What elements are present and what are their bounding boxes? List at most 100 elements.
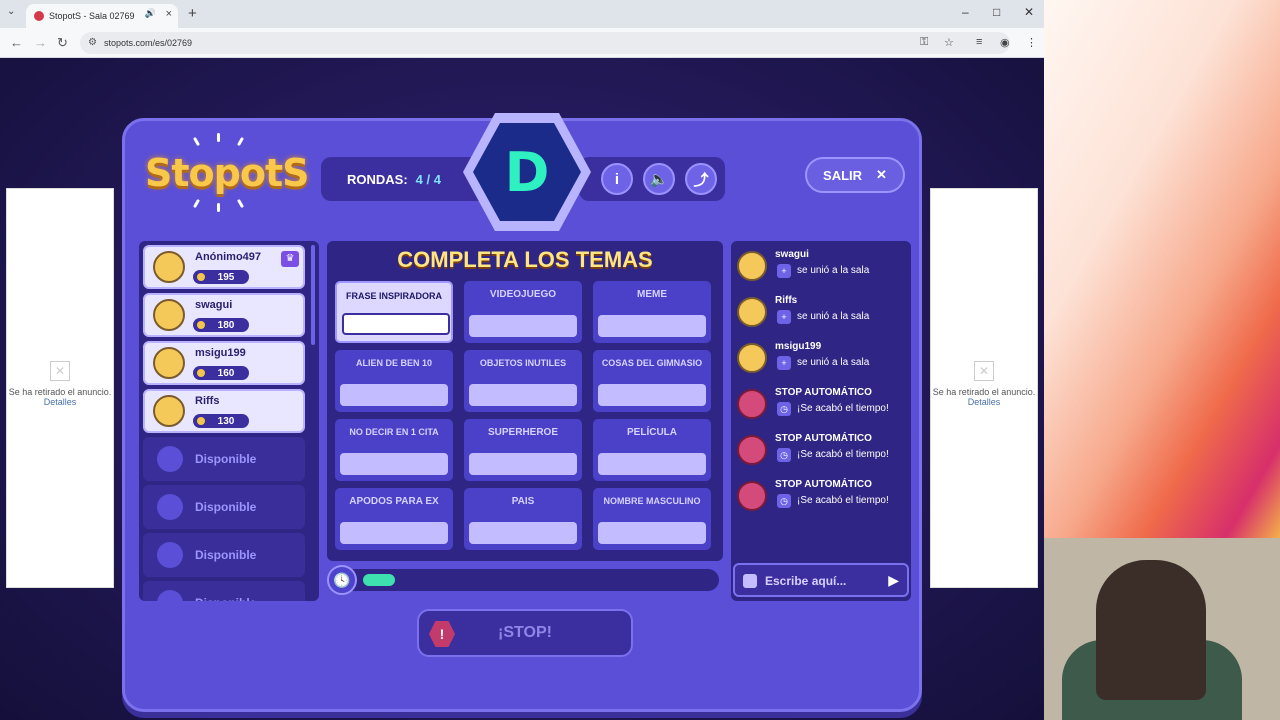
chat-author: swagui <box>775 249 809 260</box>
close-window-icon[interactable]: ✕ <box>1024 5 1034 19</box>
chat-placeholder: Escribe aquí... <box>765 574 847 588</box>
game-viewport: ✕ Se ha retirado el anuncio. Detalles ✕ … <box>0 58 1044 720</box>
alert-icon: ! <box>429 621 455 647</box>
browser-tab[interactable]: StopotS - Sala 02769 🔊 × <box>26 4 178 28</box>
minimize-icon[interactable]: – <box>962 5 969 19</box>
chat-text: se unió a la sala <box>797 357 870 368</box>
player-slot-empty[interactable]: Disponible <box>143 533 305 577</box>
theme-label: APODOS PARA EX <box>349 496 439 507</box>
chat-author: msigu199 <box>775 341 822 352</box>
theme-input[interactable] <box>469 522 577 544</box>
speaker-icon[interactable]: 🔊 <box>145 8 156 19</box>
browser-tab-bar: ⌄ StopotS - Sala 02769 🔊 × + – □ ✕ <box>0 0 1044 28</box>
theme-label: NOMBRE MASCULINO <box>603 496 701 506</box>
forward-icon[interactable]: → <box>34 35 47 50</box>
exit-label: SALIR <box>823 167 863 183</box>
current-letter: D <box>473 123 581 221</box>
clock-icon: 🕓 <box>327 565 357 595</box>
chat-panel: Escribe aquí... ▶ swagui + se unió a la sa… <box>731 241 911 601</box>
themes-board: COMPLETA LOS TEMAS FRASE INSPIRADORA VIDE… <box>327 241 723 561</box>
score-value: 195 <box>217 271 235 283</box>
stop-avatar <box>737 435 767 465</box>
chat-text: ¡Se acabó el tiempo! <box>797 449 889 460</box>
profile-icon[interactable]: ◉ <box>1000 36 1010 49</box>
clock-icon: ◷ <box>777 448 791 462</box>
ad-removed-text: Se ha retirado el anuncio. <box>8 387 112 397</box>
ad-removed-text: Se ha retirado el anuncio. <box>932 387 1036 397</box>
player-card[interactable]: Anónimo497 195 ♛ <box>143 245 305 289</box>
reload-icon[interactable]: ↻ <box>57 35 68 51</box>
media-control-icon[interactable]: ≡ <box>976 36 982 48</box>
crown-icon: ♛ <box>281 251 299 267</box>
exit-button[interactable]: SALIR ✕ <box>805 157 905 193</box>
theme-label: FRASE INSPIRADORA <box>345 291 442 301</box>
coin-icon <box>197 369 205 377</box>
letter-badge: D <box>463 113 591 231</box>
key-icon[interactable]: ⚿ <box>920 36 928 49</box>
chat-text: se unió a la sala <box>797 311 870 322</box>
close-tab-icon[interactable]: × <box>166 8 172 20</box>
site-info-icon[interactable]: ⚙ <box>88 37 97 48</box>
menu-icon[interactable]: ⋮ <box>1026 36 1037 49</box>
webcam-person <box>1096 560 1206 700</box>
theme-input[interactable] <box>340 453 448 475</box>
theme-input[interactable] <box>340 384 448 406</box>
theme-input[interactable] <box>340 522 448 544</box>
player-card[interactable]: Riffs 130 <box>143 389 305 433</box>
player-score: 180 <box>193 318 249 332</box>
chat-author: STOP AUTOMÁTICO <box>775 387 872 398</box>
player-score: 160 <box>193 366 249 380</box>
info-button[interactable]: i <box>601 163 633 195</box>
send-icon[interactable]: ▶ <box>888 572 899 589</box>
theme-input[interactable] <box>598 384 706 406</box>
stop-button[interactable]: ! ¡STOP! <box>417 609 633 657</box>
url-text: stopots.com/es/02769 <box>104 38 193 48</box>
new-tab-icon[interactable]: + <box>188 5 197 22</box>
player-name: Riffs <box>195 395 220 407</box>
theme-input[interactable] <box>469 453 577 475</box>
theme-input[interactable] <box>598 453 706 475</box>
tab-title: StopotS - Sala 02769 <box>49 11 135 21</box>
chat-input[interactable]: Escribe aquí... ▶ <box>733 563 909 597</box>
chat-author: STOP AUTOMÁTICO <box>775 479 872 490</box>
theme-field: NO DECIR EN 1 CITA <box>335 419 453 481</box>
theme-input[interactable] <box>598 315 706 337</box>
star-icon[interactable]: ☆ <box>944 36 954 49</box>
theme-field: VIDEOJUEGO <box>464 281 582 343</box>
theme-input[interactable] <box>598 522 706 544</box>
theme-field: FRASE INSPIRADORA <box>335 281 453 343</box>
theme-field: NOMBRE MASCULINO <box>593 488 711 550</box>
player-slot-empty[interactable]: Disponible <box>143 581 305 601</box>
ad-right: ✕ Se ha retirado el anuncio. Detalles <box>930 188 1038 588</box>
player-score: 130 <box>193 414 249 428</box>
share-button[interactable]: ⤴ <box>685 163 717 195</box>
ad-close-icon[interactable]: ✕ <box>974 361 994 381</box>
maximize-icon[interactable]: □ <box>993 5 1000 19</box>
player-slot-empty[interactable]: Disponible <box>143 485 305 529</box>
ad-details-link[interactable]: Detalles <box>931 397 1037 407</box>
player-slot-empty[interactable]: Disponible <box>143 437 305 481</box>
back-icon[interactable]: ← <box>10 35 23 50</box>
logo-spark <box>236 136 245 147</box>
tab-search-icon[interactable]: ⌄ <box>7 6 15 17</box>
stop-avatar <box>737 389 767 419</box>
theme-input[interactable] <box>342 313 450 335</box>
join-icon: + <box>777 264 791 278</box>
address-bar[interactable]: ⚙ stopots.com/es/02769 <box>80 32 1010 54</box>
player-card[interactable]: msigu199 160 <box>143 341 305 385</box>
ad-details-link[interactable]: Detalles <box>7 397 113 407</box>
ad-close-icon[interactable]: ✕ <box>50 361 70 381</box>
theme-input[interactable] <box>469 384 577 406</box>
theme-input[interactable] <box>469 315 577 337</box>
player-card[interactable]: swagui 180 <box>143 293 305 337</box>
player-name: swagui <box>195 299 233 311</box>
player-name: Anónimo497 <box>195 251 262 263</box>
players-scrollbar[interactable] <box>311 245 315 345</box>
theme-field: ALIEN DE BEN 10 <box>335 350 453 412</box>
rounds-label: RONDAS: <box>347 171 408 187</box>
sound-button[interactable]: 🔈 <box>643 163 675 195</box>
logo-spark <box>217 203 220 212</box>
timer-progress <box>363 574 396 586</box>
avatar <box>153 395 185 427</box>
join-icon: + <box>777 310 791 324</box>
